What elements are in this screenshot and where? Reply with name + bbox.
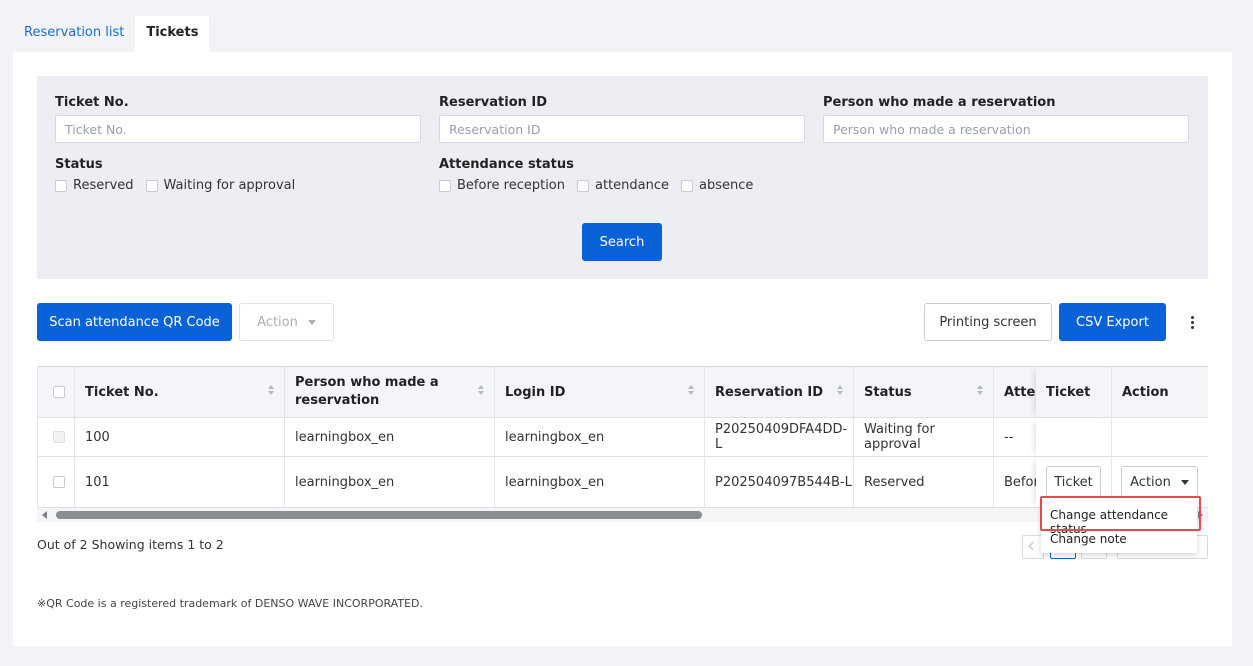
ticket-button[interactable]: Ticket — [1046, 466, 1101, 498]
header-person[interactable]: Person who made a reservation — [285, 367, 495, 418]
checkbox[interactable] — [439, 179, 451, 192]
tab-reservation-list[interactable]: Reservation list — [13, 16, 135, 52]
tab-tickets[interactable]: Tickets — [135, 16, 210, 52]
print-screen-button[interactable]: Printing screen — [924, 303, 1052, 341]
attendance-option-absence[interactable]: absence — [681, 178, 753, 193]
result-count: Out of 2 Showing items 1 to 2 — [37, 537, 224, 552]
status-options: Reserved Waiting for approval — [55, 178, 307, 193]
attendance-label: Attendance status — [439, 157, 574, 172]
header-action: Action — [1112, 367, 1208, 418]
table-cell — [1112, 418, 1208, 457]
caret-down-icon — [307, 319, 316, 325]
header-select-all — [38, 367, 75, 418]
checkbox[interactable] — [681, 179, 694, 192]
scan-qr-button[interactable]: Scan attendance QR Code — [37, 303, 232, 341]
caret-down-icon — [1180, 479, 1189, 485]
checkbox[interactable] — [55, 179, 67, 192]
reservation-id-input[interactable] — [439, 115, 805, 143]
tab-bar: Reservation list Tickets — [13, 16, 210, 52]
table-cell: learningbox_en — [495, 418, 705, 457]
row-1-select — [38, 418, 75, 457]
status-option-waiting[interactable]: Waiting for approval — [145, 178, 295, 193]
row-checkbox-disabled — [53, 431, 65, 443]
person-input[interactable] — [823, 115, 1189, 143]
sort-icon — [268, 385, 274, 395]
qr-trademark-note: ※QR Code is a registered trademark of DE… — [37, 597, 423, 610]
filter-box: Ticket No. Reservation ID Person who mad… — [37, 76, 1208, 279]
table-cell: Reserved — [854, 457, 994, 508]
header-ticket: Ticket — [1036, 367, 1112, 418]
attendance-option-attendance[interactable]: attendance — [577, 178, 669, 193]
attendance-options: Before reception attendance absence — [439, 178, 765, 193]
menu-item-change-note[interactable]: Change note — [1041, 532, 1197, 546]
table-cell: P202504097B544B-L — [705, 457, 854, 508]
row-2-select — [38, 457, 75, 508]
ticket-no-input[interactable] — [55, 115, 421, 143]
table-cell: Waiting for approval — [854, 418, 994, 457]
sort-icon — [688, 385, 694, 395]
row-action-dropdown: Change attendance status Change note — [1041, 498, 1197, 553]
checkbox[interactable] — [145, 179, 158, 192]
bulk-action-button[interactable]: Action — [239, 303, 334, 341]
checkbox[interactable] — [577, 179, 589, 192]
ticket-no-label: Ticket No. — [55, 95, 129, 110]
status-label: Status — [55, 157, 103, 172]
reservation-id-label: Reservation ID — [439, 95, 548, 110]
sort-icon — [478, 385, 484, 395]
tickets-table: Ticket No. Person who made a reservation… — [37, 366, 1208, 508]
table-cell: learningbox_en — [285, 418, 495, 457]
header-status[interactable]: Status — [854, 367, 994, 418]
row-checkbox[interactable] — [53, 476, 65, 488]
table-cell: P20250409DFA4DD-L — [705, 418, 854, 457]
table-cell: learningbox_en — [285, 457, 495, 508]
scrollbar-thumb[interactable] — [56, 511, 702, 519]
select-all-checkbox[interactable] — [53, 386, 65, 398]
header-reservation-id[interactable]: Reservation ID — [705, 367, 854, 418]
sort-icon — [837, 385, 843, 395]
status-option-reserved[interactable]: Reserved — [55, 178, 134, 193]
table-cell: learningbox_en — [495, 457, 705, 508]
table-cell: 101 — [75, 457, 285, 508]
table-cell — [1036, 418, 1112, 457]
header-login-id[interactable]: Login ID — [495, 367, 705, 418]
table-cell: 100 — [75, 418, 285, 457]
search-button[interactable]: Search — [582, 223, 662, 261]
attendance-option-before[interactable]: Before reception — [439, 178, 565, 193]
scroll-right-icon[interactable] — [1198, 511, 1203, 519]
csv-export-button[interactable]: CSV Export — [1059, 303, 1166, 341]
person-label: Person who made a reservation — [823, 95, 1056, 110]
sort-icon — [977, 385, 983, 395]
horizontal-scrollbar[interactable] — [37, 508, 1208, 522]
header-ticket-no[interactable]: Ticket No. — [75, 367, 285, 418]
more-options-icon[interactable] — [1185, 312, 1199, 332]
tickets-panel: Ticket No. Reservation ID Person who mad… — [13, 52, 1232, 646]
chevron-left-icon — [1028, 541, 1038, 551]
scroll-left-icon[interactable] — [42, 511, 47, 519]
row-action-button[interactable]: Action — [1121, 466, 1198, 498]
